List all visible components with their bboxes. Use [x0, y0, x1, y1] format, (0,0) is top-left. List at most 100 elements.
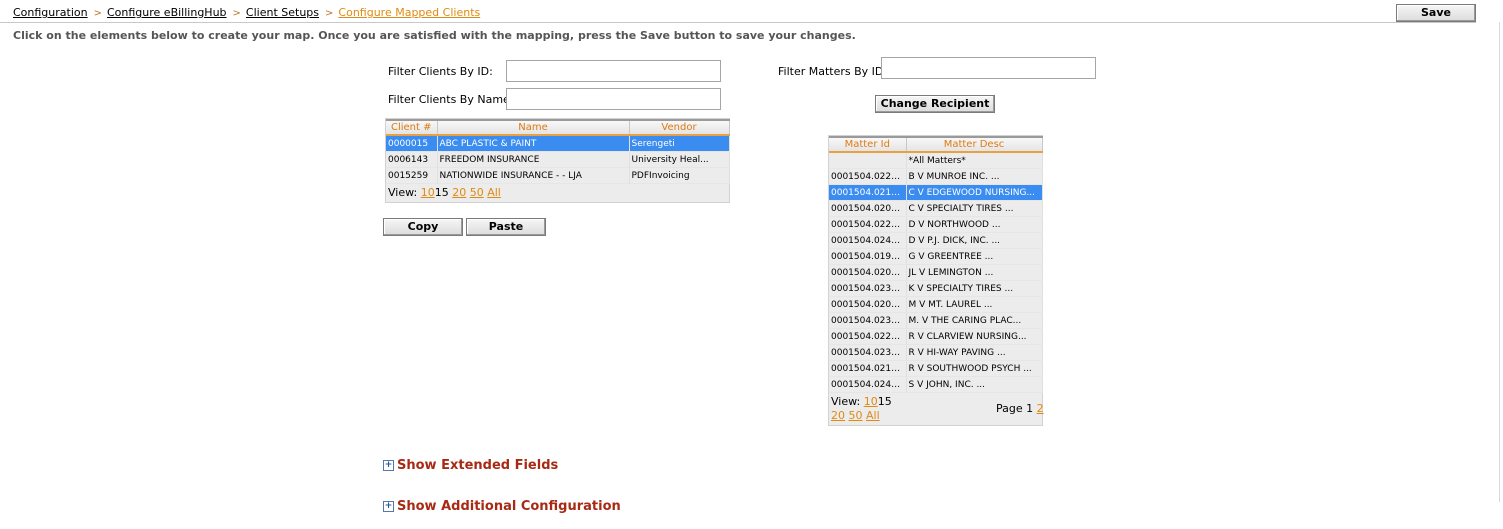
- client-row[interactable]: 0015259 NATIONWIDE INSURANCE - - LJA PDFIn…: [386, 167, 730, 184]
- matter-row[interactable]: *All Matters*: [829, 152, 1043, 169]
- client-name-cell: ABC PLASTIC & PAINT: [437, 135, 630, 152]
- view-option-50[interactable]: 50: [470, 186, 484, 199]
- change-recipient-button[interactable]: Change Recipient: [875, 95, 995, 113]
- matter-id-cell: 0001504.0230292: [829, 280, 907, 297]
- matter-desc-cell: R V CLARVIEW NURSING...: [906, 328, 1043, 345]
- matter-row[interactable]: 0001504.0212186 R V SOUTHWOOD PSYCH ...: [829, 360, 1043, 377]
- client-row[interactable]: 0006143 FREEDOM INSURANCE University Heal.…: [386, 151, 730, 168]
- matter-desc-cell: C V EDGEWOOD NURSING...: [906, 184, 1043, 201]
- show-additional-configuration-label: Show Additional Configuration: [397, 499, 621, 514]
- view-label: View:: [831, 395, 861, 408]
- matter-row[interactable]: 0001504.0237620 R V HI-WAY PAVING ...: [829, 344, 1043, 361]
- filter-matters-id-label: Filter Matters By ID:: [778, 65, 888, 78]
- expand-plus-icon: +: [383, 501, 394, 512]
- matter-id-cell: 0001504.0228304: [829, 328, 907, 345]
- matter-row[interactable]: 0001504.0208201 JL V LEMINGTON ...: [829, 264, 1043, 281]
- breadcrumb-separator: >: [325, 8, 334, 19]
- matters-table: Matter Id Matter Desc *All Matters* 00015…: [829, 136, 1043, 393]
- column-header-matter-desc[interactable]: Matter Desc: [906, 136, 1043, 153]
- clients-table: Client # Name Vendor 0000015 ABC PLASTIC …: [386, 119, 730, 184]
- view-option-15-current: 15: [434, 186, 449, 199]
- matter-row[interactable]: 0001504.0236654 M. V THE CARING PLAC...: [829, 312, 1043, 329]
- matter-desc-cell: C V SPECIALTY TIRES ...: [906, 200, 1043, 217]
- column-header-name[interactable]: Name: [437, 119, 630, 136]
- matter-desc-cell: D V P.J. DICK, INC. ...: [906, 232, 1043, 249]
- page-next-link[interactable]: 2: [1037, 402, 1044, 415]
- client-number-cell: 0015259: [386, 167, 438, 184]
- column-header-vendor[interactable]: Vendor: [629, 119, 730, 136]
- filter-clients-id-label: Filter Clients By ID:: [388, 65, 493, 78]
- breadcrumb: Configuration > Configure eBillingHub > Clie…: [13, 6, 480, 19]
- show-additional-configuration-toggle[interactable]: + Show Additional Configuration: [383, 499, 621, 514]
- filter-clients-id-input[interactable]: [506, 60, 721, 82]
- matter-row[interactable]: 0001504.0227935 B V MUNROE INC. ...: [829, 168, 1043, 185]
- matter-row[interactable]: 0001504.0228304 R V CLARVIEW NURSING...: [829, 328, 1043, 345]
- matter-desc-cell: *All Matters*: [906, 152, 1043, 169]
- matter-id-cell: 0001504.0248472: [829, 232, 907, 249]
- matter-desc-cell: M. V THE CARING PLAC...: [906, 312, 1043, 329]
- matter-id-cell: 0001504.0194190: [829, 248, 907, 265]
- client-number-cell: 0006143: [386, 151, 438, 168]
- matter-desc-cell: B V MUNROE INC. ...: [906, 168, 1043, 185]
- breadcrumb-client-setups[interactable]: Client Setups: [246, 6, 319, 19]
- matter-row[interactable]: 0001504.0194190 G V GREENTREE ...: [829, 248, 1043, 265]
- matter-row[interactable]: 0001504.0224529 D V NORTHWOOD ...: [829, 216, 1043, 233]
- matters-view-pager: View: 1015 20 50 All: [831, 395, 931, 423]
- matter-id-cell: 0001504.0227935: [829, 168, 907, 185]
- view-option-50[interactable]: 50: [849, 409, 863, 422]
- show-extended-fields-toggle[interactable]: + Show Extended Fields: [383, 458, 558, 473]
- breadcrumb-configure-mapped-clients[interactable]: Configure Mapped Clients: [338, 6, 480, 19]
- filter-matters-id-input[interactable]: [881, 57, 1096, 79]
- filter-clients-name-label: Filter Clients By Name:: [388, 93, 514, 106]
- matter-desc-cell: S V JOHN, INC. ...: [906, 376, 1043, 393]
- column-header-client-number[interactable]: Client #: [386, 119, 438, 136]
- paste-button[interactable]: Paste: [466, 218, 546, 236]
- client-row[interactable]: 0000015 ABC PLASTIC & PAINT Serengeti: [386, 135, 730, 152]
- client-vendor-cell: PDFInvoicing: [629, 167, 730, 184]
- matter-desc-cell: M V MT. LAUREL ...: [906, 296, 1043, 313]
- page-current: 1: [1026, 402, 1034, 415]
- matter-id-cell: [829, 152, 907, 169]
- view-option-20[interactable]: 20: [452, 186, 466, 199]
- matter-id-cell: 0001504.0236654: [829, 312, 907, 329]
- matter-row[interactable]: 0001504.0248472 D V P.J. DICK, INC. ...: [829, 232, 1043, 249]
- view-option-all[interactable]: All: [866, 409, 880, 422]
- instructions-text: Click on the elements below to create yo…: [13, 29, 856, 42]
- save-button[interactable]: Save: [1396, 4, 1476, 22]
- matter-id-cell: 0001504.0206438: [829, 296, 907, 313]
- view-option-10[interactable]: 10: [864, 395, 878, 408]
- matter-id-cell: 0001504.0208820: [829, 200, 907, 217]
- breadcrumb-configure-ebillinghub[interactable]: Configure eBillingHub: [107, 6, 227, 19]
- matter-id-cell: 0001504.0237620: [829, 344, 907, 361]
- matter-id-cell: 0001504.0212186: [829, 360, 907, 377]
- matter-row[interactable]: 0001504.0208820 C V SPECIALTY TIRES ...: [829, 200, 1043, 217]
- matter-desc-cell: K V SPECIALTY TIRES ...: [906, 280, 1043, 297]
- page-label: Page: [996, 402, 1023, 415]
- matter-row[interactable]: 0001504.0247936 S V JOHN, INC. ...: [829, 376, 1043, 393]
- view-label: View:: [388, 186, 418, 199]
- matter-row[interactable]: 0001504.0206438 M V MT. LAUREL ...: [829, 296, 1043, 313]
- matter-row[interactable]: 0001504.0210484 C V EDGEWOOD NURSING...: [829, 184, 1043, 201]
- right-border: [1499, 22, 1500, 502]
- client-number-cell: 0000015: [386, 135, 438, 152]
- matters-grid: Matter Id Matter Desc *All Matters* 00015…: [828, 135, 1044, 426]
- filter-clients-name-input[interactable]: [506, 88, 721, 110]
- client-name-cell: FREEDOM INSURANCE: [437, 151, 630, 168]
- clients-view-pager: View: 1015 20 50 All: [388, 186, 501, 199]
- view-option-all[interactable]: All: [487, 186, 501, 199]
- copy-button[interactable]: Copy: [383, 218, 463, 236]
- matter-id-cell: 0001504.0247936: [829, 376, 907, 393]
- expand-plus-icon: +: [383, 460, 394, 471]
- breadcrumb-separator: >: [93, 8, 102, 19]
- client-name-cell: NATIONWIDE INSURANCE - - LJA: [437, 167, 630, 184]
- breadcrumb-configuration[interactable]: Configuration: [13, 6, 88, 19]
- matter-row[interactable]: 0001504.0230292 K V SPECIALTY TIRES ...: [829, 280, 1043, 297]
- column-header-matter-id[interactable]: Matter Id: [829, 136, 907, 153]
- view-option-10[interactable]: 10: [421, 186, 435, 199]
- breadcrumb-separator: >: [232, 8, 241, 19]
- client-vendor-cell: University Heal...: [629, 151, 730, 168]
- header-divider: [0, 22, 1476, 23]
- view-option-20[interactable]: 20: [831, 409, 845, 422]
- matter-id-cell: 0001504.0210484: [829, 184, 907, 201]
- show-extended-fields-label: Show Extended Fields: [397, 458, 559, 473]
